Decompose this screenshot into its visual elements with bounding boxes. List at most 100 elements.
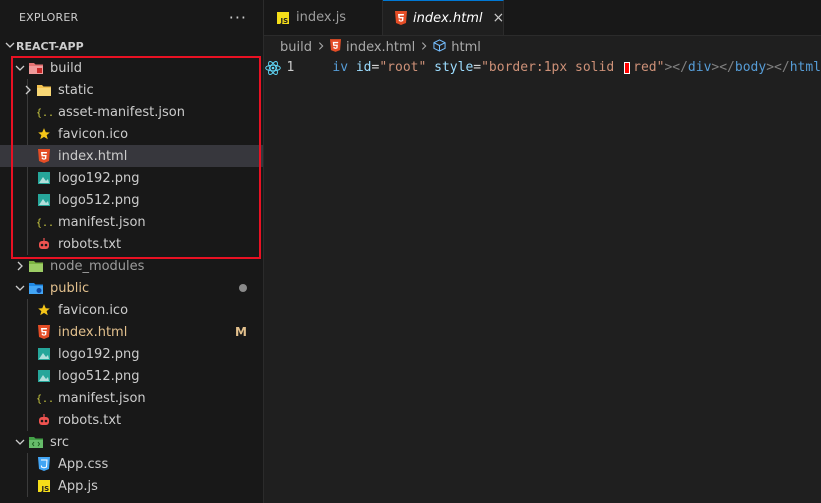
chevron-down-icon <box>12 434 28 450</box>
file-label: robots.txt <box>58 412 122 428</box>
image-icon <box>36 170 52 186</box>
tab-index-html[interactable]: index.html × <box>383 0 504 35</box>
color-swatch-icon[interactable] <box>624 61 631 74</box>
build-children: static {..} asset-manifest.json favicon.… <box>0 79 263 255</box>
folder-label: public <box>50 280 90 296</box>
star-icon <box>36 126 52 142</box>
close-icon[interactable]: × <box>493 10 505 26</box>
chevron-right-icon <box>20 82 36 98</box>
file-label: index.html <box>58 148 128 164</box>
code-token: ></ <box>766 60 790 75</box>
file-public-manifest[interactable]: {..} manifest.json <box>0 387 263 409</box>
image-icon <box>36 346 52 362</box>
folder-node-icon <box>28 258 44 274</box>
modified-dot-indicator <box>239 277 247 299</box>
svg-text:JS: JS <box>280 17 289 25</box>
svg-text:JS: JS <box>41 485 50 493</box>
image-icon <box>36 368 52 384</box>
html5-icon <box>329 38 341 56</box>
explorer-title: EXPLORER <box>19 11 79 24</box>
chevron-right-icon <box>316 40 326 54</box>
file-index-html[interactable]: index.html <box>0 145 263 167</box>
tab-label: index.html <box>413 10 483 26</box>
folder-node-modules[interactable]: node_modules <box>0 255 263 277</box>
html5-icon <box>36 324 52 340</box>
star-icon <box>36 302 52 318</box>
chevron-down-icon <box>12 280 28 296</box>
file-label: robots.txt <box>58 236 122 252</box>
file-label: logo512.png <box>58 192 140 208</box>
json-icon: {..} <box>36 214 52 230</box>
code-token: ></ <box>664 60 688 75</box>
public-children: favicon.ico index.html M logo192.png log… <box>0 299 263 431</box>
file-logo512[interactable]: logo512.png <box>0 189 263 211</box>
svg-text:{..}: {..} <box>36 394 52 404</box>
file-label: index.html <box>58 324 128 340</box>
file-label: asset-manifest.json <box>58 104 185 120</box>
file-favicon[interactable]: favicon.ico <box>0 123 263 145</box>
chevron-down-icon <box>4 39 16 54</box>
file-manifest-json[interactable]: {..} manifest.json <box>0 211 263 233</box>
react-icon <box>264 60 282 76</box>
chevron-right-icon <box>12 258 28 274</box>
file-robots[interactable]: robots.txt <box>0 233 263 255</box>
chevron-right-icon <box>419 40 429 54</box>
code-token: div <box>687 60 712 75</box>
robot-icon <box>36 412 52 428</box>
file-public-logo192[interactable]: logo192.png <box>0 343 263 365</box>
tab-index-js[interactable]: JS index.js <box>264 0 383 35</box>
breadcrumb-build[interactable]: build <box>280 40 312 55</box>
file-public-logo512[interactable]: logo512.png <box>0 365 263 387</box>
file-app-css[interactable]: App.css <box>0 453 263 475</box>
code-token: = <box>371 60 380 75</box>
breadcrumb-index-html[interactable]: index.html <box>329 38 416 56</box>
file-label: manifest.json <box>58 214 146 230</box>
javascript-icon: JS <box>36 478 52 494</box>
code-token: iv <box>332 60 356 75</box>
folder-src-icon <box>28 434 44 450</box>
file-label: logo192.png <box>58 170 140 186</box>
robot-icon <box>36 236 52 252</box>
folder-static-icon <box>36 82 52 98</box>
code-token: html <box>789 60 821 75</box>
folder-src[interactable]: src <box>0 431 263 453</box>
src-children: App.css JS App.js <box>0 453 263 497</box>
file-label: manifest.json <box>58 390 146 406</box>
file-app-js[interactable]: JS App.js <box>0 475 263 497</box>
chevron-down-icon <box>12 60 28 76</box>
code-line-1[interactable]: 1 iv id = "root" style = "border:1px solid r… <box>264 58 821 77</box>
file-logo192[interactable]: logo192.png <box>0 167 263 189</box>
file-public-index-html[interactable]: index.html M <box>0 321 263 343</box>
code-token: "root" <box>379 60 427 75</box>
file-label: favicon.ico <box>58 302 129 318</box>
code-token: id <box>355 60 372 75</box>
file-asset-manifest[interactable]: {..} asset-manifest.json <box>0 101 263 123</box>
breadcrumb-label: build <box>280 39 312 55</box>
breadcrumb-html-element[interactable]: html <box>433 38 481 56</box>
svg-text:{..}: {..} <box>36 218 52 228</box>
folder-label: src <box>50 434 69 450</box>
project-name: REACT-APP <box>16 39 84 53</box>
editor-area: JS index.js index.html × build index.htm… <box>264 0 821 503</box>
breadcrumb: build index.html html <box>264 36 821 58</box>
folder-public[interactable]: public <box>0 277 263 299</box>
explorer-sidebar: EXPLORER ··· REACT-APP build static {. a… <box>0 0 264 503</box>
json-icon: {..} <box>36 104 52 120</box>
folder-static[interactable]: static <box>0 79 263 101</box>
folder-build[interactable]: build <box>0 57 263 79</box>
more-actions-icon[interactable]: ··· <box>229 8 247 27</box>
folder-label: node_modules <box>50 258 145 274</box>
file-label: logo512.png <box>58 368 140 384</box>
file-public-favicon[interactable]: favicon.ico <box>0 299 263 321</box>
file-label: App.js <box>58 478 98 494</box>
project-section-header[interactable]: REACT-APP <box>0 35 263 57</box>
image-icon <box>36 192 52 208</box>
html5-icon <box>395 11 407 25</box>
breadcrumb-label: index.html <box>345 39 416 55</box>
svg-text:{..}: {..} <box>36 108 52 118</box>
json-icon: {..} <box>36 390 52 406</box>
code-token: "border:1px solid <box>481 60 622 75</box>
javascript-icon: JS <box>276 11 290 25</box>
file-public-robots[interactable]: robots.txt <box>0 409 263 431</box>
